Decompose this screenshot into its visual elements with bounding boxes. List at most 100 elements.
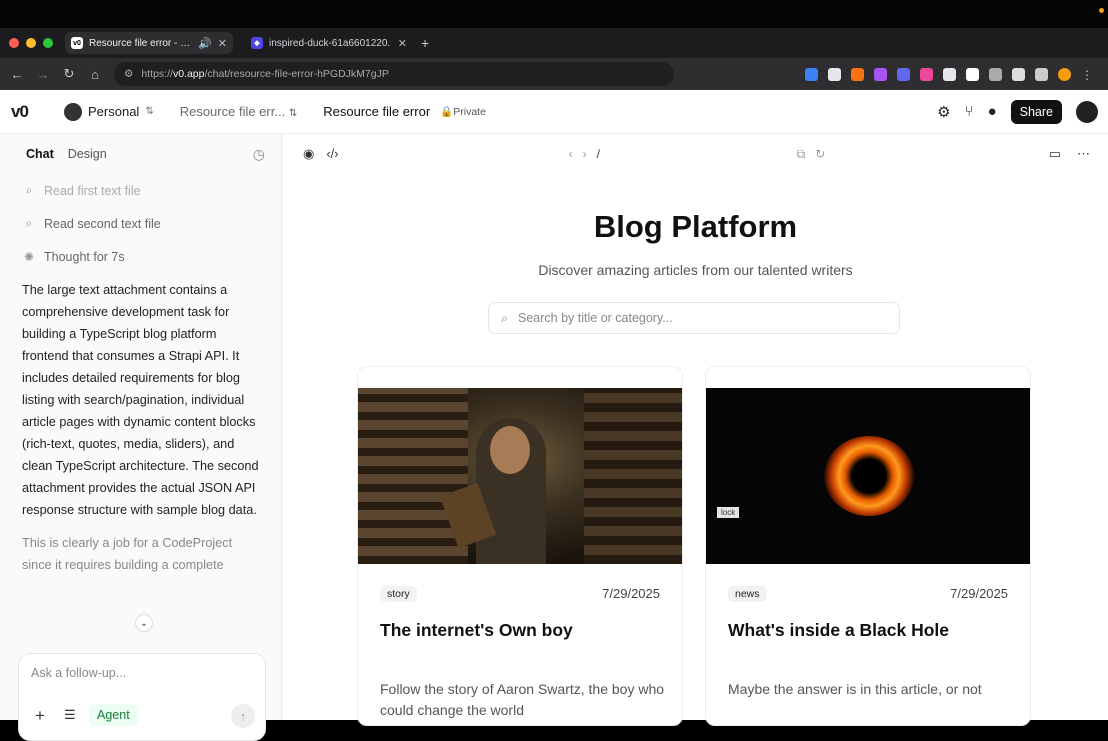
card-title[interactable]: The internet's Own boy xyxy=(380,620,573,641)
v0-logo[interactable]: v0 xyxy=(11,102,51,122)
chevron-updown-icon: ⇅ xyxy=(288,108,298,119)
github-icon[interactable]: ● xyxy=(988,103,997,120)
tab-title: Resource file error - v0 b xyxy=(89,37,193,49)
eye-icon[interactable]: ◉ xyxy=(303,146,314,162)
extension-icon[interactable] xyxy=(920,67,933,81)
card-date: 7/29/2025 xyxy=(950,586,1008,601)
code-icon[interactable]: ‹/› xyxy=(326,146,338,162)
blog-card[interactable]: news 7/29/2025 What's inside a Black Hol… xyxy=(705,366,1031,726)
tooltip: lock xyxy=(717,507,740,518)
browser-tab[interactable]: ◆ inspired-duck-61a6601220. ✕ xyxy=(245,32,413,54)
settings-sliders-icon[interactable]: ☰ xyxy=(64,707,76,723)
steps-list: ⌕ Read first text file ⌕ Read second text … xyxy=(0,174,281,273)
bookshelf-left xyxy=(358,388,468,564)
close-window-button[interactable] xyxy=(9,38,19,48)
back-icon[interactable]: ← xyxy=(4,67,30,82)
speaker-icon[interactable]: 🔊 xyxy=(198,37,212,50)
gear-icon[interactable]: ⚙ xyxy=(937,103,950,121)
tab-title: inspired-duck-61a6601220. xyxy=(269,37,391,49)
scroll-down-chevron-icon[interactable]: ⌄ xyxy=(135,614,153,632)
message-paragraph: The large text attachment contains a com… xyxy=(22,283,259,517)
close-tab-icon[interactable]: ✕ xyxy=(398,37,407,50)
card-date: 7/29/2025 xyxy=(602,586,660,601)
message-paragraph: This is clearly a job for a CodeProject … xyxy=(22,536,233,572)
chevron-right-icon[interactable]: › xyxy=(583,147,587,161)
more-icon[interactable]: ⋯ xyxy=(1077,146,1090,162)
v0-favicon-icon: v0 xyxy=(71,37,83,49)
url-path: /chat/resource-file-error-hPGDJkM7gJP xyxy=(204,68,389,80)
extension-icon[interactable] xyxy=(851,67,864,81)
workspace-selector[interactable]: Personal ⇅ xyxy=(64,102,154,121)
project-selector[interactable]: Resource file err... ⇅ xyxy=(180,104,298,119)
blog-search-input[interactable]: ⌕ Search by title or category... xyxy=(488,302,900,334)
extension-icon[interactable] xyxy=(966,67,979,81)
step-item[interactable]: ✺ Thought for 7s xyxy=(22,240,259,273)
home-icon[interactable]: ⌂ xyxy=(82,67,108,82)
extension-icon[interactable] xyxy=(943,67,956,81)
extension-icon[interactable] xyxy=(897,67,910,81)
puzzle-icon[interactable] xyxy=(989,67,1002,81)
refresh-icon[interactable]: ↻ xyxy=(815,147,825,161)
send-button[interactable]: ↑ xyxy=(231,704,255,728)
preview-path[interactable]: / xyxy=(597,147,787,161)
card-image xyxy=(706,388,1030,564)
category-badge[interactable]: news xyxy=(728,586,767,602)
user-avatar[interactable] xyxy=(1076,100,1098,123)
chat-panel: Chat Design ◷ ⌕ Read first text file ⌕ Rea… xyxy=(0,134,282,741)
extension-icon[interactable] xyxy=(874,67,887,81)
share-button[interactable]: Share xyxy=(1010,99,1062,124)
agent-toggle[interactable]: Agent xyxy=(89,704,138,726)
category-badge[interactable]: story xyxy=(380,586,417,602)
project-name: Resource file err... xyxy=(179,104,286,119)
card-title[interactable]: What's inside a Black Hole xyxy=(728,620,949,641)
history-icon[interactable]: ◷ xyxy=(253,146,265,163)
blog-card[interactable]: story 7/29/2025 The internet's Own boy F… xyxy=(357,366,683,726)
step-label: Read second text file xyxy=(44,216,161,231)
search-icon: ⌕ xyxy=(25,216,33,230)
chat-composer[interactable]: Ask a follow-up... + ☰ Agent ↑ xyxy=(18,653,266,741)
forward-icon[interactable]: → xyxy=(30,67,56,82)
visibility-label: Private xyxy=(453,106,486,118)
new-tab-icon[interactable]: + xyxy=(421,35,429,51)
bookshelf-right xyxy=(584,388,682,564)
workspace-name: Personal xyxy=(88,104,140,119)
tab-chat[interactable]: Chat xyxy=(26,147,54,161)
card-description: Follow the story of Aaron Swartz, the bo… xyxy=(380,681,665,718)
step-label: Thought for 7s xyxy=(44,249,125,264)
close-tab-icon[interactable]: ✕ xyxy=(218,37,227,50)
browser-tab-active[interactable]: v0 Resource file error - v0 b 🔊 ✕ xyxy=(65,32,233,54)
extension-icon[interactable] xyxy=(805,67,818,81)
extension-icon[interactable] xyxy=(1035,67,1048,81)
tab-design[interactable]: Design xyxy=(68,147,107,161)
composer-input[interactable]: Ask a follow-up... xyxy=(31,666,126,680)
status-dot xyxy=(1099,8,1104,13)
plus-icon[interactable]: + xyxy=(35,706,45,726)
site-favicon-icon: ◆ xyxy=(251,37,263,49)
step-item[interactable]: ⌕ Read second text file xyxy=(22,207,259,240)
sidebar-icon[interactable] xyxy=(1012,67,1025,81)
site-subtitle: Discover amazing articles from our talen… xyxy=(538,262,853,278)
url-prefix: https:// xyxy=(141,68,173,80)
url-host: v0.app xyxy=(172,68,205,80)
chevron-left-icon[interactable]: ‹ xyxy=(569,147,573,161)
menu-icon[interactable]: ⋮ xyxy=(1081,68,1094,82)
header-actions: ⚙ ⑂ ● Share xyxy=(937,99,1098,124)
assistant-message: The large text attachment contains a com… xyxy=(0,273,281,576)
extension-icon[interactable] xyxy=(828,67,841,81)
git-branch-icon[interactable]: ⑂ xyxy=(965,103,974,120)
step-item[interactable]: ⌕ Read first text file xyxy=(22,174,259,207)
browser-tab-bar: v0 Resource file error - v0 b 🔊 ✕ ◆ insp… xyxy=(0,28,1108,58)
profile-icon[interactable] xyxy=(1058,67,1071,81)
site-settings-icon[interactable]: ⚙ xyxy=(124,68,133,80)
window-controls xyxy=(9,38,53,48)
external-link-icon[interactable]: ⧉ xyxy=(797,147,806,162)
chat-title[interactable]: Resource file error xyxy=(323,104,430,119)
panel-icon[interactable]: ▭ xyxy=(1049,146,1061,162)
card-description: Maybe the answer is in this article, or … xyxy=(728,681,982,697)
reload-icon[interactable]: ↻ xyxy=(56,66,82,82)
extensions-bar: ⋮ xyxy=(805,67,1094,82)
maximize-window-button[interactable] xyxy=(43,38,53,48)
address-bar[interactable]: ⚙ https://v0.app/chat/resource-file-erro… xyxy=(114,62,674,86)
minimize-window-button[interactable] xyxy=(26,38,36,48)
search-icon: ⌕ xyxy=(501,310,509,325)
